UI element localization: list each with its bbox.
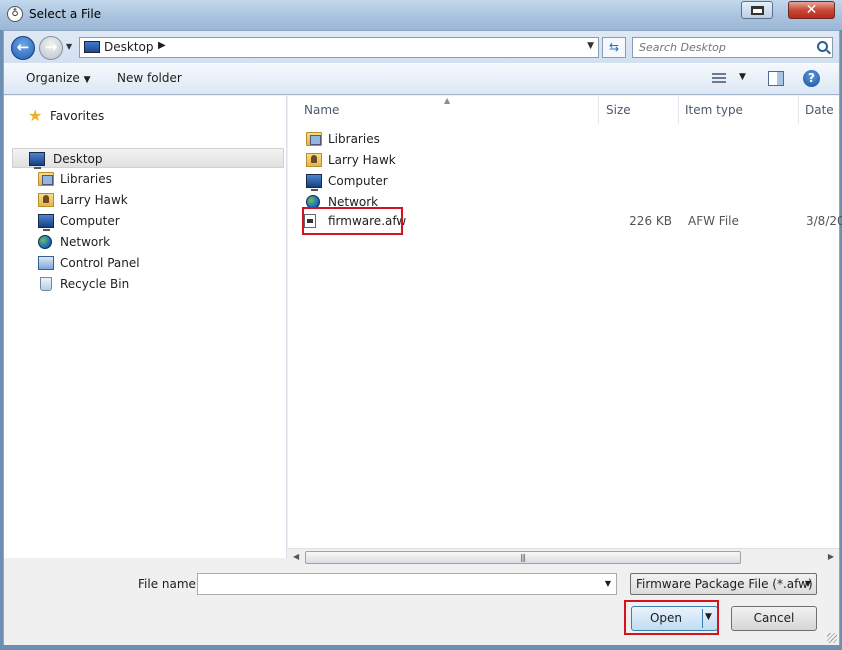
computer-icon [306, 174, 322, 191]
list-item[interactable]: Computer [302, 171, 842, 191]
app-icon: ♁ [7, 6, 23, 22]
search-icon[interactable] [817, 41, 828, 52]
recent-locations-chevron-down-icon[interactable]: ▼ [66, 42, 76, 52]
resize-grip-icon[interactable] [827, 633, 837, 643]
search-input[interactable] [633, 38, 813, 57]
search-box[interactable] [632, 37, 833, 58]
column-size-label: Size [606, 103, 631, 117]
desktop-icon [29, 152, 45, 169]
nav-favorites[interactable]: ★ Favorites [28, 106, 278, 126]
file-list: Name ▲ Size Item type Date Libraries Lar… [288, 96, 842, 558]
scroll-right-icon[interactable]: ▶ [828, 552, 834, 561]
breadcrumb-desktop[interactable]: Desktop [104, 40, 154, 54]
address-row: ← → ▼ Desktop ▶ ▼ ⇆ [4, 31, 839, 63]
file-date: 3/8/20 [806, 214, 842, 228]
forward-button[interactable]: → [39, 36, 63, 60]
file-type-value: Firmware Package File (*.afw) [636, 577, 813, 591]
refresh-icon: ⇆ [608, 40, 620, 54]
nav-item-label: Network [60, 235, 111, 249]
views-chevron-down-icon[interactable]: ▼ [739, 72, 746, 82]
desktop-icon [84, 41, 100, 53]
organize-button[interactable]: Organize ▼ [26, 71, 91, 85]
nav-item-label: Recycle Bin [60, 277, 130, 291]
navigation-pane: ★ Favorites Desktop Libraries Larry Hawk… [4, 96, 287, 558]
nav-item-larry-hawk[interactable]: Larry Hawk [38, 190, 278, 210]
sort-ascending-icon: ▲ [444, 96, 451, 105]
nav-item-recycle-bin[interactable]: Recycle Bin [38, 274, 278, 294]
close-icon: ✕ [805, 2, 818, 18]
libraries-icon [306, 132, 322, 146]
chevron-down-icon: ▼ [83, 75, 91, 85]
nav-item-label: Control Panel [60, 256, 140, 270]
column-header-date[interactable]: Date [799, 96, 839, 124]
nav-favorites-label: Favorites [50, 109, 105, 123]
list-item[interactable]: Larry Hawk [302, 150, 842, 170]
help-icon[interactable]: ? [803, 70, 820, 87]
file-type: AFW File [688, 214, 739, 228]
nav-item-computer[interactable]: Computer [38, 211, 278, 231]
new-folder-button[interactable]: New folder [117, 71, 182, 85]
address-bar[interactable]: Desktop ▶ ▼ [79, 37, 599, 58]
back-arrow-icon: ← [16, 38, 30, 56]
back-button[interactable]: ← [11, 36, 35, 60]
scroll-thumb[interactable]: ||| [305, 551, 741, 564]
cancel-button[interactable]: Cancel [731, 606, 817, 631]
file-name: Computer [328, 174, 388, 188]
file-name-chevron-down-icon[interactable]: ▼ [605, 579, 611, 588]
dialog-footer: File name: ▼ Firmware Package File (*.af… [4, 565, 839, 645]
file-name: Libraries [328, 132, 380, 146]
views-icon[interactable] [712, 73, 726, 85]
recycle-bin-icon [40, 277, 52, 291]
column-header-type[interactable]: Item type [679, 96, 799, 124]
address-chevron-down-icon[interactable]: ▼ [587, 41, 594, 51]
nav-item-network[interactable]: Network [38, 232, 278, 252]
nav-item-control-panel[interactable]: Control Panel [38, 253, 278, 273]
file-name-label: File name: [138, 577, 200, 591]
file-type-chevron-down-icon: ▼ [804, 579, 811, 588]
column-header-size[interactable]: Size [600, 96, 679, 124]
column-date-label: Date [805, 103, 834, 117]
preview-pane-icon[interactable] [768, 71, 784, 86]
close-button[interactable]: ✕ [788, 1, 835, 19]
restore-icon [751, 6, 764, 15]
nav-item-libraries[interactable]: Libraries [38, 169, 278, 189]
grip-icon: ||| [520, 553, 526, 562]
restore-button[interactable] [741, 1, 773, 19]
user-folder-icon [38, 193, 54, 207]
organize-label: Organize [26, 71, 80, 85]
file-name: Larry Hawk [328, 153, 396, 167]
scroll-left-icon[interactable]: ◀ [293, 552, 299, 561]
title-bar[interactable]: ♁ Select a File ✕ [0, 0, 842, 30]
nav-item-label: Desktop [53, 152, 103, 166]
breadcrumb-arrow-icon[interactable]: ▶ [158, 40, 166, 51]
nav-item-label: Larry Hawk [60, 193, 128, 207]
nav-item-label: Computer [60, 214, 120, 228]
highlight-open-button [624, 600, 719, 635]
column-type-label: Item type [685, 103, 743, 117]
column-name-label: Name [304, 103, 340, 117]
forward-arrow-icon: → [44, 38, 58, 56]
network-icon [38, 235, 52, 249]
highlight-firmware-file [302, 207, 403, 235]
command-bar: Organize ▼ New folder ▼ ? [4, 63, 839, 95]
refresh-button[interactable]: ⇆ [602, 37, 626, 58]
file-name-input[interactable] [198, 574, 594, 594]
list-item[interactable]: Libraries [302, 129, 842, 149]
file-dialog: ← → ▼ Desktop ▶ ▼ ⇆ Organize ▼ New folde… [3, 30, 842, 645]
star-icon: ★ [28, 106, 43, 125]
window-title: Select a File [29, 7, 102, 21]
user-folder-icon [306, 153, 322, 167]
nav-item-desktop[interactable]: Desktop [12, 148, 284, 169]
file-name-field[interactable]: ▼ [197, 573, 617, 595]
libraries-icon [38, 172, 54, 186]
computer-icon [38, 214, 54, 231]
nav-item-label: Libraries [60, 172, 112, 186]
file-type-select[interactable]: Firmware Package File (*.afw) ▼ [630, 573, 817, 595]
horizontal-scrollbar[interactable]: ◀ ||| ▶ [288, 548, 839, 565]
control-panel-icon [38, 256, 54, 270]
file-size: 226 KB [629, 214, 672, 228]
